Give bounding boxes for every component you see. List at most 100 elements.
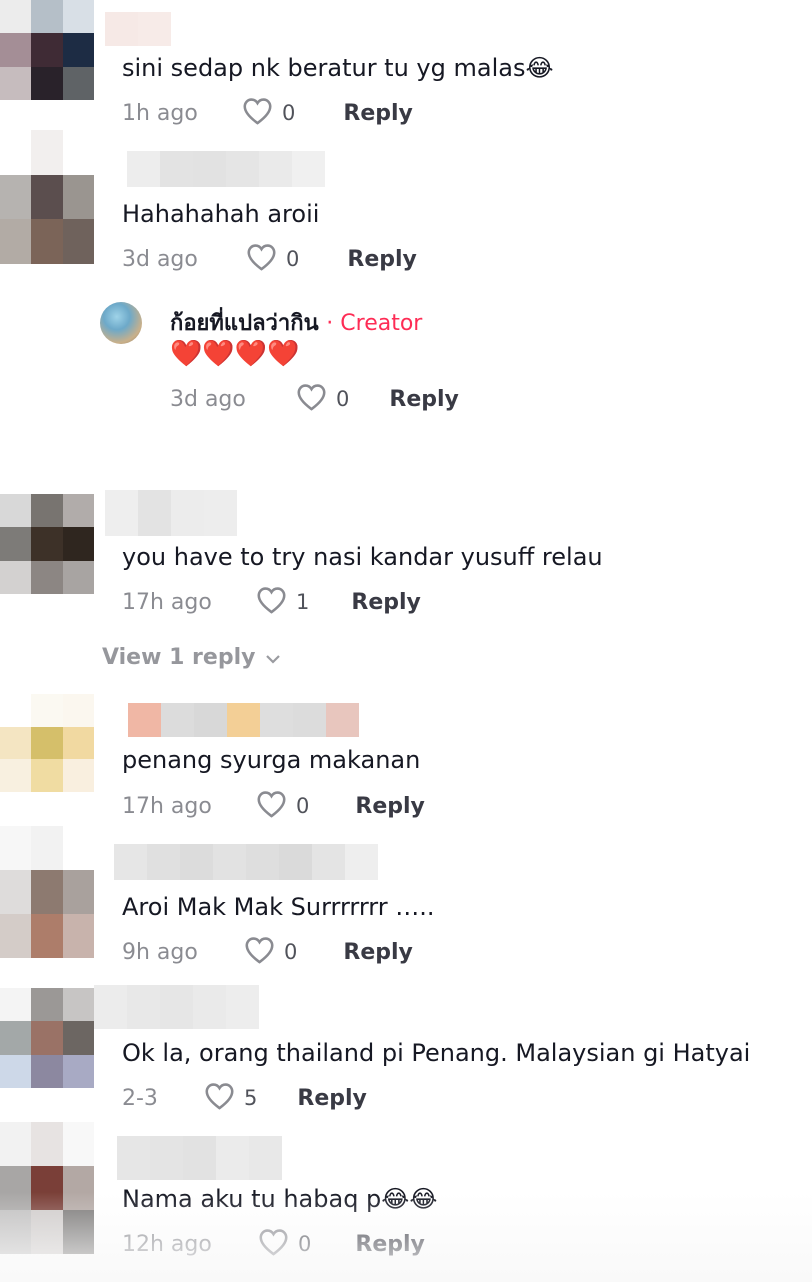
comment-meta: 17h ago 0 Reply xyxy=(122,786,425,826)
username-pixel xyxy=(204,490,237,536)
avatar-pixel xyxy=(0,726,32,760)
reply-author-row: ก้อยที่แปลว่ากิน · Creator xyxy=(170,305,422,340)
username-pixel xyxy=(161,703,194,737)
avatar-pixel xyxy=(62,33,94,67)
avatar-pixel xyxy=(31,870,63,914)
creator-avatar[interactable] xyxy=(100,302,142,344)
avatar-pixel xyxy=(31,527,63,561)
reply-button[interactable]: Reply xyxy=(351,590,421,615)
avatar-pixel xyxy=(31,219,63,264)
avatar-pixel xyxy=(31,988,63,1022)
username-blurred[interactable] xyxy=(117,1136,282,1180)
comment-time: 1h ago xyxy=(122,100,198,126)
avatar-pixel xyxy=(31,174,63,220)
reply-button[interactable]: Reply xyxy=(389,387,459,412)
comment-meta: 9h ago 0 Reply xyxy=(122,932,413,972)
avatar-pixel xyxy=(0,694,32,727)
avatar-pixel xyxy=(62,0,94,34)
comment-time: 9h ago xyxy=(122,939,198,965)
reply-button[interactable]: Reply xyxy=(355,1232,425,1257)
avatar-pixel xyxy=(0,988,32,1022)
reply-author[interactable]: ก้อยที่แปลว่ากิน xyxy=(170,311,319,336)
reply-button[interactable]: Reply xyxy=(297,1086,367,1111)
comment-text: Nama aku tu habaq p😂😂 xyxy=(122,1185,438,1213)
username-pixel xyxy=(293,703,326,737)
username-blurred[interactable] xyxy=(127,151,325,187)
avatar[interactable] xyxy=(0,494,94,594)
avatar[interactable] xyxy=(0,1122,94,1254)
avatar-pixel xyxy=(62,694,94,727)
avatar-pixel xyxy=(0,914,32,958)
like-button[interactable]: 0 xyxy=(256,790,309,822)
username-pixel xyxy=(183,1136,216,1180)
comment-meta: 3d ago 0 Reply xyxy=(122,239,417,279)
avatar-pixel xyxy=(0,0,32,34)
username-pixel xyxy=(160,151,193,187)
like-button[interactable]: 0 xyxy=(244,936,297,968)
avatar[interactable] xyxy=(0,826,94,958)
avatar[interactable] xyxy=(0,0,94,100)
like-count: 0 xyxy=(286,247,300,271)
like-button[interactable]: 0 xyxy=(258,1228,311,1260)
comment-meta: 12h ago 0 Reply xyxy=(122,1224,425,1264)
comment-text: Ok la, orang thailand pi Penang. Malaysi… xyxy=(122,1039,751,1067)
avatar-pixel xyxy=(31,130,63,175)
comment-text: you have to try nasi kandar yusuff relau xyxy=(122,543,603,571)
like-button[interactable]: 1 xyxy=(256,586,309,618)
username-blurred[interactable] xyxy=(114,844,378,880)
avatar-pixel xyxy=(62,1021,94,1055)
avatar[interactable] xyxy=(0,694,94,792)
avatar[interactable] xyxy=(0,988,94,1088)
username-pixel xyxy=(194,703,227,737)
avatar-pixel xyxy=(31,914,63,958)
avatar-pixel xyxy=(0,1122,32,1166)
reply-button[interactable]: Reply xyxy=(343,940,413,965)
username-pixel xyxy=(127,151,160,187)
like-button[interactable]: 5 xyxy=(204,1082,257,1114)
avatar-pixel xyxy=(62,527,94,561)
comment-time: 2-3 xyxy=(122,1085,158,1111)
reply-button[interactable]: Reply xyxy=(347,247,417,272)
heart-icon xyxy=(296,383,327,415)
username-pixel xyxy=(326,703,359,737)
heart-icon xyxy=(204,1082,235,1114)
like-button[interactable]: 0 xyxy=(296,383,349,415)
username-pixel xyxy=(105,490,138,536)
avatar-pixel xyxy=(62,759,94,792)
username-pixel xyxy=(114,844,147,880)
reply-meta: 3d ago 0 Reply xyxy=(170,379,459,419)
avatar-pixel xyxy=(31,0,63,34)
username-pixel xyxy=(127,985,160,1029)
username-blurred[interactable] xyxy=(105,490,237,536)
avatar-pixel xyxy=(62,494,94,528)
username-blurred[interactable] xyxy=(128,703,359,737)
reply-button[interactable]: Reply xyxy=(343,101,413,126)
username-pixel xyxy=(312,844,345,880)
username-pixel xyxy=(345,844,378,880)
like-count: 0 xyxy=(296,794,310,818)
avatar-pixel xyxy=(0,1166,32,1210)
avatar-pixel xyxy=(62,66,94,100)
username-pixel xyxy=(227,703,260,737)
comment-time: 17h ago xyxy=(122,793,212,819)
comment-text: penang syurga makanan xyxy=(122,746,421,774)
avatar[interactable] xyxy=(0,130,94,264)
username-pixel xyxy=(226,151,259,187)
username-pixel xyxy=(279,844,312,880)
username-blurred[interactable] xyxy=(94,985,259,1029)
reply-button[interactable]: Reply xyxy=(355,794,425,819)
like-button[interactable]: 0 xyxy=(246,243,299,275)
avatar-pixel xyxy=(31,1054,63,1088)
avatar-pixel xyxy=(62,726,94,760)
avatar-pixel xyxy=(31,759,63,792)
avatar-pixel xyxy=(62,914,94,958)
like-count: 5 xyxy=(244,1086,258,1110)
like-button[interactable]: 0 xyxy=(242,97,295,129)
username-pixel xyxy=(138,490,171,536)
username-blurred[interactable] xyxy=(105,12,171,46)
heart-icon xyxy=(258,1228,289,1260)
view-replies-button[interactable]: View 1 reply xyxy=(102,645,281,670)
avatar-pixel xyxy=(62,1210,94,1254)
username-pixel xyxy=(193,985,226,1029)
avatar-pixel xyxy=(0,560,32,594)
